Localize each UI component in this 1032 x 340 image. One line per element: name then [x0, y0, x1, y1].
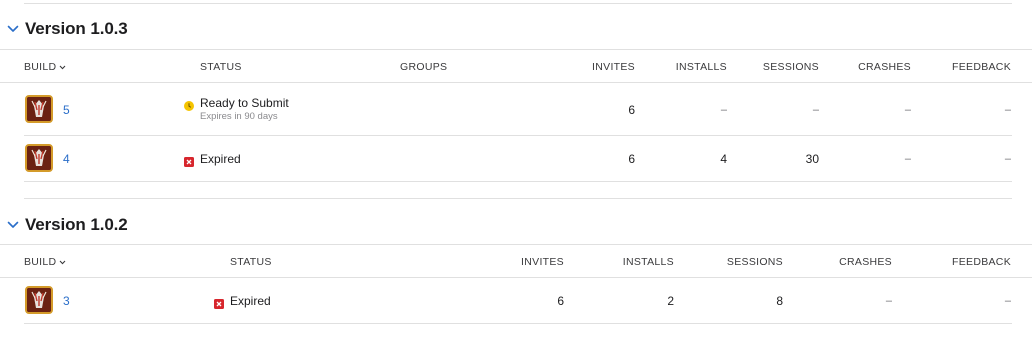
column-crashes[interactable]: CRASHES: [812, 245, 892, 279]
version-header[interactable]: Version 1.0.3: [6, 17, 128, 41]
crashes-value: –: [904, 104, 911, 116]
invites-value: 6: [628, 152, 635, 166]
sessions-value: 8: [776, 294, 783, 308]
app-icon: [25, 95, 53, 123]
status-text: Ready to Submit: [200, 96, 289, 110]
column-invites[interactable]: INVITES: [555, 50, 635, 84]
x-square-icon: [184, 154, 194, 167]
installs-value: –: [720, 104, 727, 116]
sessions-value: –: [812, 104, 819, 116]
column-header-row: BUILD STATUS GROUPS INVITES INSTALLS SES…: [0, 49, 1032, 83]
column-feedback[interactable]: FEEDBACK: [931, 245, 1011, 279]
sessions-value: 30: [805, 152, 819, 166]
version-header[interactable]: Version 1.0.2: [6, 213, 128, 237]
column-installs[interactable]: INSTALLS: [594, 245, 674, 279]
chevron-down-icon[interactable]: [6, 22, 20, 36]
app-icon: [25, 144, 53, 172]
table-row[interactable]: 3 Expired 6 2 8 – –: [24, 278, 1012, 324]
invites-value: 6: [628, 103, 635, 117]
column-invites[interactable]: INVITES: [484, 245, 564, 279]
table-row[interactable]: 5 Ready to Submit Expires in 90 days 6 –…: [24, 84, 1012, 136]
section-divider: [24, 198, 1012, 199]
invites-value: 6: [557, 294, 564, 308]
chevron-down-icon[interactable]: [59, 260, 66, 265]
column-sessions[interactable]: SESSIONS: [703, 245, 783, 279]
installs-value: 4: [720, 152, 727, 166]
column-sessions[interactable]: SESSIONS: [739, 50, 819, 84]
column-feedback[interactable]: FEEDBACK: [931, 50, 1011, 84]
build-number-link[interactable]: 3: [63, 294, 70, 308]
table-row[interactable]: 4 Expired 6 4 30 – –: [24, 136, 1012, 182]
status-cell: Expired: [184, 152, 241, 167]
feedback-value: –: [1004, 295, 1011, 307]
installs-value: 2: [667, 294, 674, 308]
column-build[interactable]: BUILD: [24, 245, 66, 279]
status-text: Expired: [200, 152, 241, 166]
crashes-value: –: [885, 295, 892, 307]
app-icon: [25, 286, 53, 314]
column-header-row: BUILD STATUS INVITES INSTALLS SESSIONS C…: [0, 244, 1032, 278]
chevron-down-icon[interactable]: [6, 218, 20, 232]
feedback-value: –: [1004, 153, 1011, 165]
version-title: Version 1.0.2: [25, 215, 128, 234]
clock-circle-icon: [184, 98, 194, 111]
column-groups[interactable]: GROUPS: [400, 50, 447, 84]
feedback-value: –: [1004, 104, 1011, 116]
column-build[interactable]: BUILD: [24, 50, 66, 84]
column-status[interactable]: STATUS: [200, 50, 242, 84]
column-status[interactable]: STATUS: [230, 245, 272, 279]
build-number-link[interactable]: 4: [63, 152, 70, 166]
top-divider: [24, 3, 1012, 4]
column-installs[interactable]: INSTALLS: [647, 50, 727, 84]
column-crashes[interactable]: CRASHES: [831, 50, 911, 84]
version-title: Version 1.0.3: [25, 19, 128, 38]
status-cell: Expired: [214, 294, 271, 309]
x-square-icon: [214, 296, 224, 309]
status-text: Expired: [230, 294, 271, 308]
crashes-value: –: [904, 153, 911, 165]
status-subtext: Expires in 90 days: [200, 111, 278, 122]
chevron-down-icon[interactable]: [59, 65, 66, 70]
build-number-link[interactable]: 5: [63, 103, 70, 117]
status-cell: Ready to Submit Expires in 90 days: [184, 96, 289, 123]
